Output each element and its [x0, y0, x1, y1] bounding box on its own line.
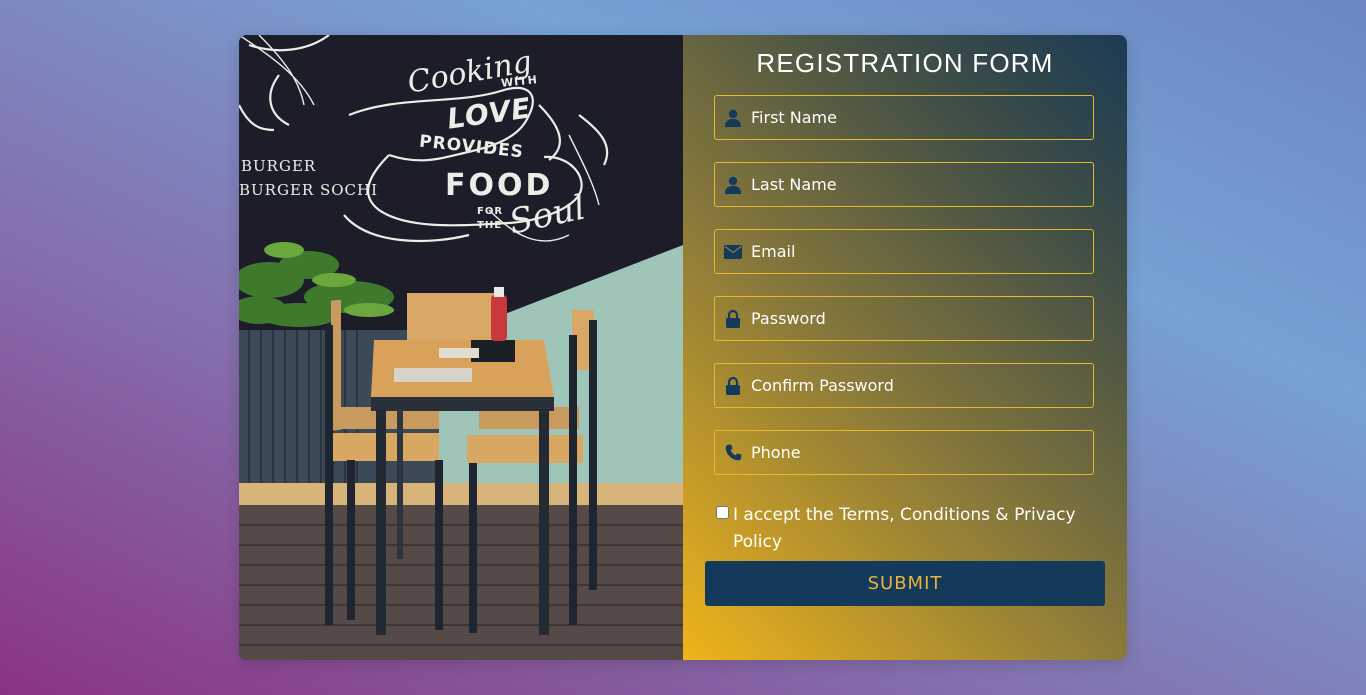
- last-name-field: [714, 162, 1094, 207]
- phone-input[interactable]: [751, 431, 1093, 474]
- lock-icon: [715, 297, 751, 340]
- confirm-password-field: [714, 363, 1094, 408]
- chalk-burger-1: BURGER: [241, 157, 317, 175]
- registration-card: Cooking WITH LOVE PROVIDES FOOD FOR THE …: [239, 35, 1127, 660]
- terms-checkbox[interactable]: [716, 506, 729, 519]
- envelope-icon: [715, 230, 751, 273]
- chalk-the: THE: [477, 220, 503, 231]
- restaurant-photo: Cooking WITH LOVE PROVIDES FOOD FOR THE …: [239, 35, 683, 660]
- lock-icon: [715, 364, 751, 407]
- phone-icon: [715, 431, 751, 474]
- terms-label[interactable]: I accept the Terms, Conditions & Privacy…: [733, 502, 1106, 556]
- first-name-input[interactable]: [751, 96, 1093, 139]
- confirm-password-input[interactable]: [751, 364, 1093, 407]
- user-icon: [715, 163, 751, 206]
- submit-button[interactable]: SUBMIT: [705, 561, 1105, 606]
- password-input[interactable]: [751, 297, 1093, 340]
- last-name-input[interactable]: [751, 163, 1093, 206]
- form-title: REGISTRATION FORM: [756, 48, 1054, 78]
- email-field: [714, 229, 1094, 274]
- first-name-field: [714, 95, 1094, 140]
- terms-row: I accept the Terms, Conditions & Privacy…: [716, 502, 1106, 556]
- registration-form: REGISTRATION FORM First Name Last Name E…: [683, 35, 1127, 660]
- phone-field: [714, 430, 1094, 475]
- user-icon: [715, 96, 751, 139]
- password-field: [714, 296, 1094, 341]
- chalk-for: FOR: [477, 206, 504, 217]
- chalk-burger-2: BURGER SOCHI: [239, 181, 379, 199]
- email-input[interactable]: [751, 230, 1093, 273]
